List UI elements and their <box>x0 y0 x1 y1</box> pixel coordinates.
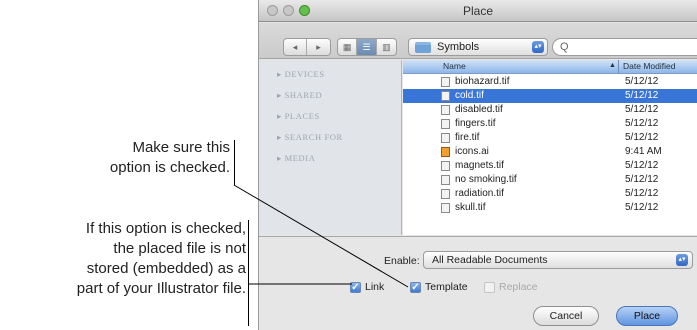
callout-line: Make sure this <box>132 139 230 156</box>
file-row[interactable]: no smoking.tif 5/12/12 <box>403 173 697 187</box>
column-header-date[interactable]: Date Modified <box>623 61 675 71</box>
file-name: no smoking.tif <box>455 174 517 185</box>
file-list: Name ▲ Date Modified biohazard.tif 5/12/1… <box>403 60 697 235</box>
location-label: Symbols <box>437 41 480 53</box>
callout-line: If this option is checked, <box>85 220 246 237</box>
file-date: 5/12/12 <box>625 160 659 171</box>
image-file-icon <box>441 203 450 213</box>
window-title: Place <box>462 4 494 18</box>
callout-template-option: If this option is checked, the placed fi… <box>0 219 246 299</box>
file-row[interactable]: biohazard.tif 5/12/12 <box>403 75 697 89</box>
callout-line: the placed file is not <box>113 240 246 257</box>
column-header-name[interactable]: Name <box>443 61 466 71</box>
checkbox-empty-icon <box>484 281 495 293</box>
image-file-icon <box>441 133 450 143</box>
file-date: 5/12/12 <box>625 90 659 101</box>
replace-checkbox[interactable]: Replace <box>484 280 538 294</box>
checkbox-checked-icon: ✓ <box>350 281 361 293</box>
callout-line: option is checked. <box>109 159 230 176</box>
image-file-icon <box>441 175 450 185</box>
checkbox-checked-icon: ✓ <box>410 281 421 293</box>
image-file-icon <box>441 189 450 199</box>
file-name: fire.tif <box>455 132 480 143</box>
file-row[interactable]: radiation.tif 5/12/12 <box>403 187 697 201</box>
file-name: biohazard.tif <box>455 76 510 87</box>
file-row[interactable]: cold.tif 5/12/12 <box>403 89 697 103</box>
column-divider[interactable] <box>618 60 619 74</box>
list-view-icon[interactable]: ☰ <box>357 39 377 55</box>
sidebar-item-shared[interactable]: ▸ SHARED <box>277 90 322 101</box>
sidebar: ▸ DEVICES ▸ SHARED ▸ PLACES ▸ SEARCH FOR… <box>259 60 402 235</box>
list-header: Name ▲ Date Modified <box>403 60 697 74</box>
illustrator-file-icon <box>441 147 450 157</box>
image-file-icon <box>441 77 450 87</box>
folder-icon <box>415 41 431 53</box>
file-name: icons.ai <box>455 146 489 157</box>
callout-line: stored (embedded) as a <box>86 260 246 277</box>
enable-popup[interactable]: All Readable Documents ▴▾ <box>423 251 693 269</box>
file-date: 5/12/12 <box>625 104 659 115</box>
search-input[interactable]: Q <box>552 38 697 56</box>
navigation-buttons: ◂ ▸ <box>283 38 331 56</box>
popup-stepper-icon: ▴▾ <box>532 41 544 53</box>
file-date: 5/12/12 <box>625 188 659 199</box>
callout-link-option: Make sure this option is checked. <box>70 138 230 178</box>
title-bar: Place <box>259 0 697 22</box>
file-date: 5/12/12 <box>625 132 659 143</box>
file-name: skull.tif <box>455 202 486 213</box>
icon-view-icon[interactable]: ▦ <box>338 39 358 55</box>
callout-line: part of your Illustrator file. <box>76 280 246 297</box>
view-mode-buttons: ▦ ☰ ▥ <box>337 38 397 56</box>
file-name: radiation.tif <box>455 188 504 199</box>
file-row[interactable]: skull.tif 5/12/12 <box>403 201 697 215</box>
file-date: 5/12/12 <box>625 76 659 87</box>
template-label: Template <box>425 281 468 293</box>
file-date: 5/12/12 <box>625 174 659 185</box>
file-date: 5/12/12 <box>625 202 659 213</box>
place-button[interactable]: Place <box>616 306 678 326</box>
link-checkbox[interactable]: ✓ Link <box>350 280 384 294</box>
file-date: 9:41 AM <box>625 146 662 157</box>
image-file-icon <box>441 91 450 101</box>
file-row[interactable]: icons.ai 9:41 AM <box>403 145 697 159</box>
file-row[interactable]: magnets.tif 5/12/12 <box>403 159 697 173</box>
file-name: fingers.tif <box>455 118 496 129</box>
toolbar: ◂ ▸ ▦ ☰ ▥ Symbols ▴▾ Q <box>259 23 697 59</box>
location-popup[interactable]: Symbols ▴▾ <box>408 38 548 56</box>
file-row[interactable]: fire.tif 5/12/12 <box>403 131 697 145</box>
callout-bracket <box>248 220 249 326</box>
image-file-icon <box>441 161 450 171</box>
enable-label: Enable: <box>384 255 420 267</box>
file-row[interactable]: disabled.tif 5/12/12 <box>403 103 697 117</box>
cancel-button[interactable]: Cancel <box>533 306 599 326</box>
file-row[interactable]: fingers.tif 5/12/12 <box>403 117 697 131</box>
image-file-icon <box>441 105 450 115</box>
replace-label: Replace <box>499 281 538 293</box>
column-view-icon[interactable]: ▥ <box>377 39 396 55</box>
template-checkbox[interactable]: ✓ Template <box>410 280 468 294</box>
sort-arrow-icon: ▲ <box>609 62 616 69</box>
file-date: 5/12/12 <box>625 118 659 129</box>
back-arrow-icon[interactable]: ◂ <box>284 39 308 55</box>
place-dialog: Place ◂ ▸ ▦ ☰ ▥ Symbols ▴▾ Q ▸ DEVICES ▸… <box>258 0 697 330</box>
search-icon: Q <box>560 41 569 53</box>
image-file-icon <box>441 119 450 129</box>
sidebar-item-media[interactable]: ▸ MEDIA <box>277 153 315 164</box>
file-name: disabled.tif <box>455 104 503 115</box>
forward-arrow-icon[interactable]: ▸ <box>307 39 330 55</box>
sidebar-item-devices[interactable]: ▸ DEVICES <box>277 69 325 80</box>
sidebar-item-places[interactable]: ▸ PLACES <box>277 111 320 122</box>
link-label: Link <box>365 281 385 293</box>
callout-bracket <box>234 140 235 185</box>
sidebar-item-search-for[interactable]: ▸ SEARCH FOR <box>277 132 343 143</box>
file-name: magnets.tif <box>455 160 504 171</box>
popup-stepper-icon: ▴▾ <box>676 254 688 266</box>
file-name: cold.tif <box>455 90 484 101</box>
enable-value: All Readable Documents <box>432 254 548 266</box>
